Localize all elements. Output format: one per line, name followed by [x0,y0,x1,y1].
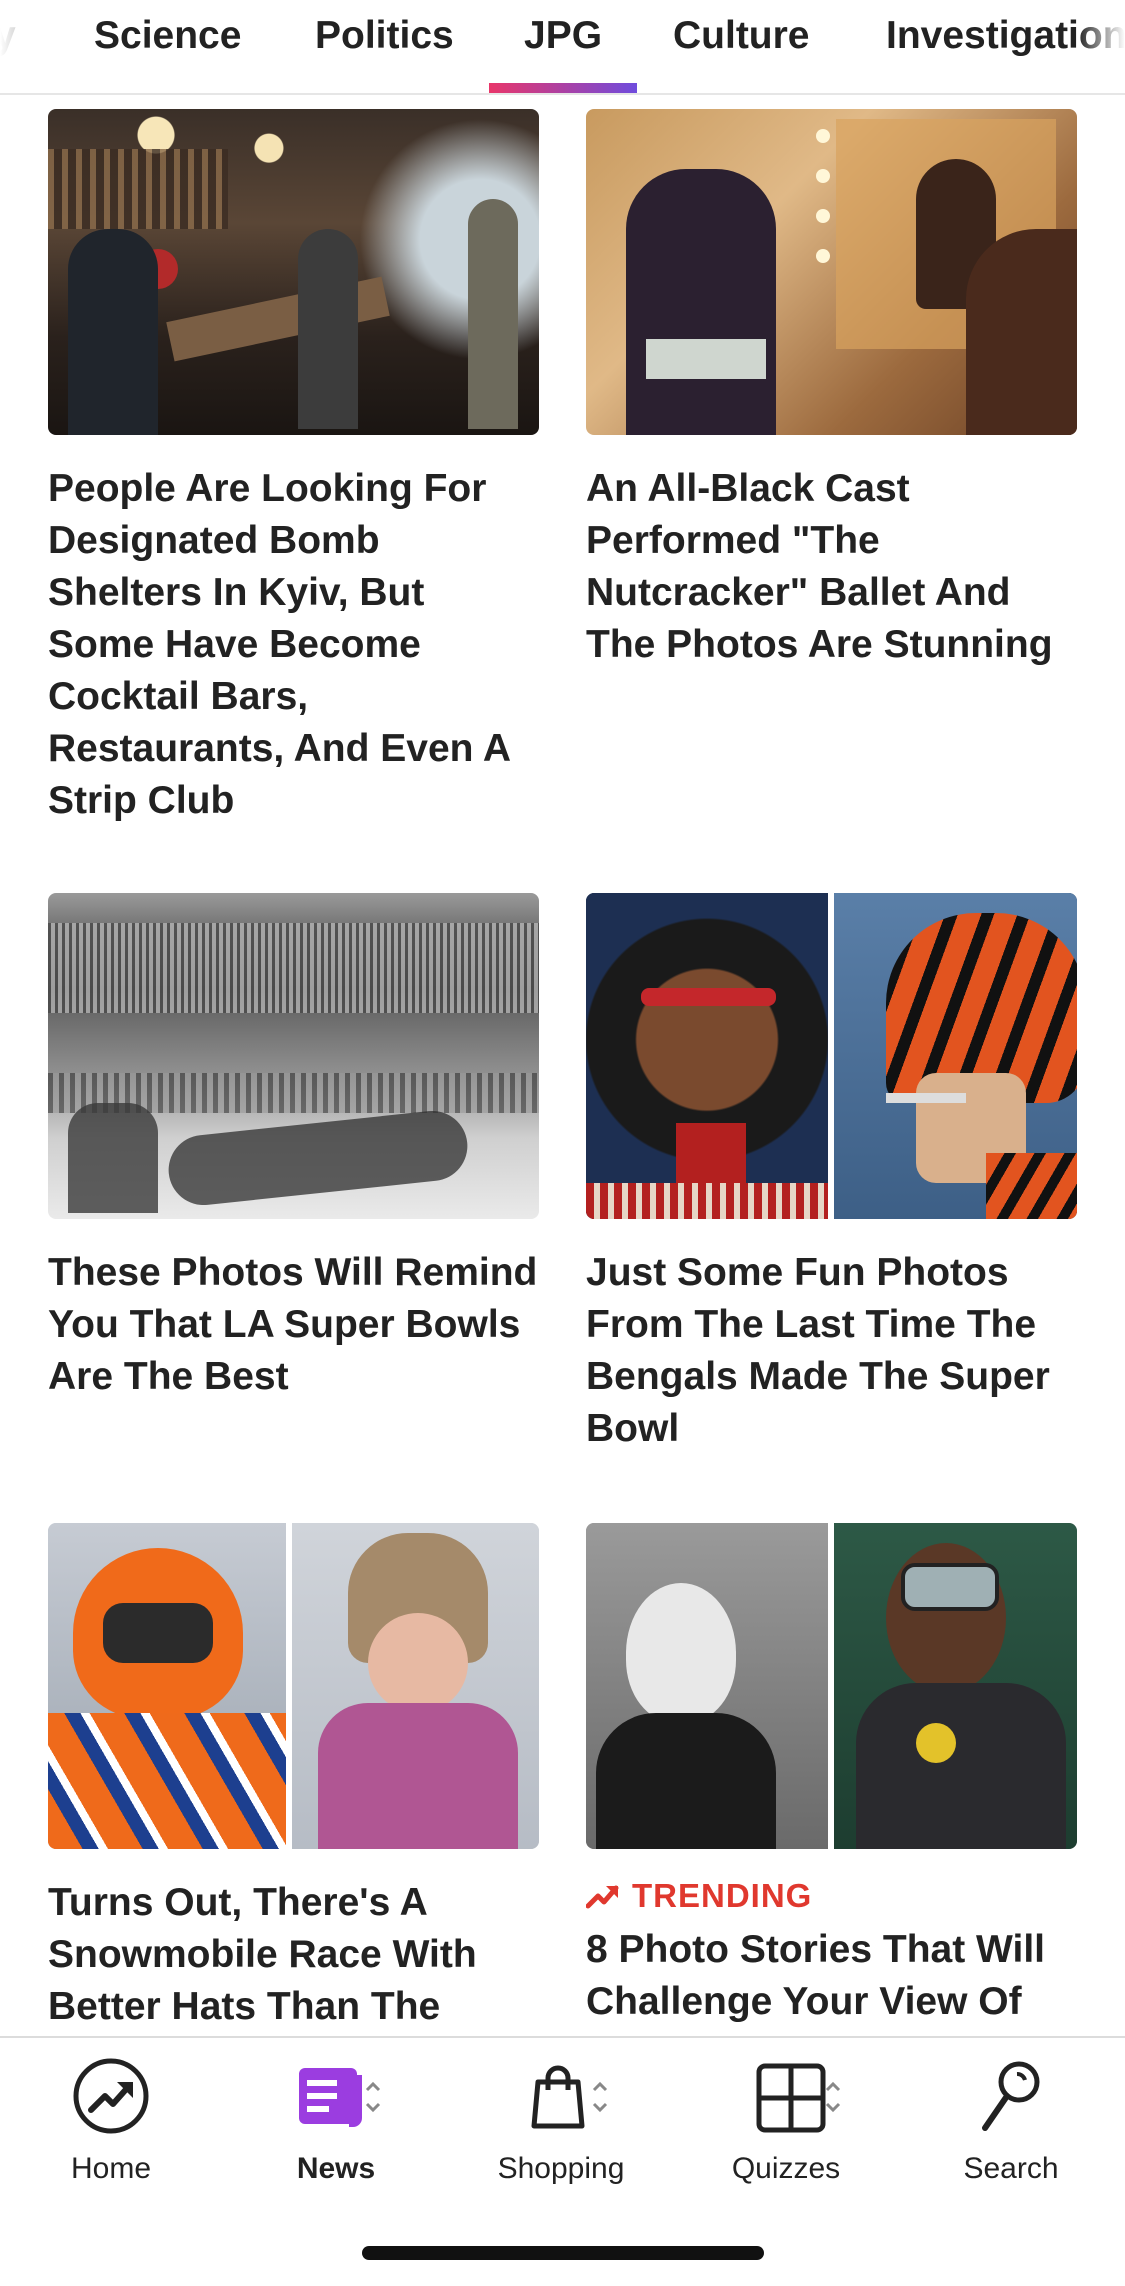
article-image-dancers[interactable] [586,109,1077,435]
article-image-bengals[interactable] [586,893,1077,1219]
article-card-kyiv[interactable]: People Are Looking For Designated Bomb S… [48,109,539,829]
article-headline[interactable]: 8 Photo Stories That Will Challenge Your… [586,1924,1077,2028]
nav-quizzes[interactable]: Quizzes [686,2056,886,2186]
article-card-photo-stories[interactable]: TRENDING 8 Photo Stories That Will Chall… [586,1523,1077,2036]
nav-shopping[interactable]: Shopping [461,2056,661,2186]
tab-science[interactable]: Science [94,10,241,62]
nav-search[interactable]: Search [911,2056,1111,2186]
article-card-bengals[interactable]: Just Some Fun Photos From The Last Time … [586,893,1077,1453]
tab-jpg[interactable]: JPG [524,10,602,62]
tab-fade-left [0,0,48,90]
quiz-grid-icon [756,2063,841,2133]
article-card-nutcracker[interactable]: An All-Black Cast Performed "The Nutcrac… [586,109,1077,689]
nav-home-label: Home [70,2152,152,2185]
article-headline[interactable]: An All-Black Cast Performed "The Nutcrac… [586,463,1077,671]
article-card-la-super-bowls[interactable]: These Photos Will Remind You That LA Sup… [48,893,539,1453]
article-headline[interactable]: Just Some Fun Photos From The Last Time … [586,1247,1077,1455]
shopping-bag-icon [531,2065,608,2129]
search-icon [982,2061,1040,2131]
category-tab-bar: y Science Politics JPG Culture Investiga… [0,0,1125,95]
article-image-bar[interactable] [48,109,539,435]
article-headline[interactable]: These Photos Will Remind You That LA Sup… [48,1247,539,1403]
active-tab-indicator [489,83,637,93]
article-headline[interactable]: People Are Looking For Designated Bomb S… [48,463,539,827]
tab-culture[interactable]: Culture [673,10,810,62]
nav-news[interactable]: News [236,2056,436,2186]
tab-fade-right [1077,0,1125,90]
article-image-stadium[interactable] [48,893,539,1219]
nav-search-label: Search [963,2152,1059,2185]
nav-news-label: News [296,2152,376,2185]
trending-arrow-icon [586,1885,619,1909]
article-card-snowmobile[interactable]: Turns Out, There's A Snowmobile Race Wit… [48,1523,539,2036]
news-icon [299,2068,381,2127]
nav-home[interactable]: Home [11,2056,211,2186]
home-indicator[interactable] [362,2246,764,2260]
article-headline[interactable]: Turns Out, There's A Snowmobile Race Wit… [48,1877,539,2033]
trending-badge: TRENDING [586,1877,812,1915]
trending-circle-icon [73,2058,149,2134]
nav-shopping-label: Shopping [497,2152,625,2185]
article-image-portraits[interactable] [586,1523,1077,1849]
trending-label: TRENDING [632,1877,813,1914]
nav-quizzes-label: Quizzes [731,2152,841,2185]
tab-politics[interactable]: Politics [315,10,454,62]
article-image-snowmobile[interactable] [48,1523,539,1849]
